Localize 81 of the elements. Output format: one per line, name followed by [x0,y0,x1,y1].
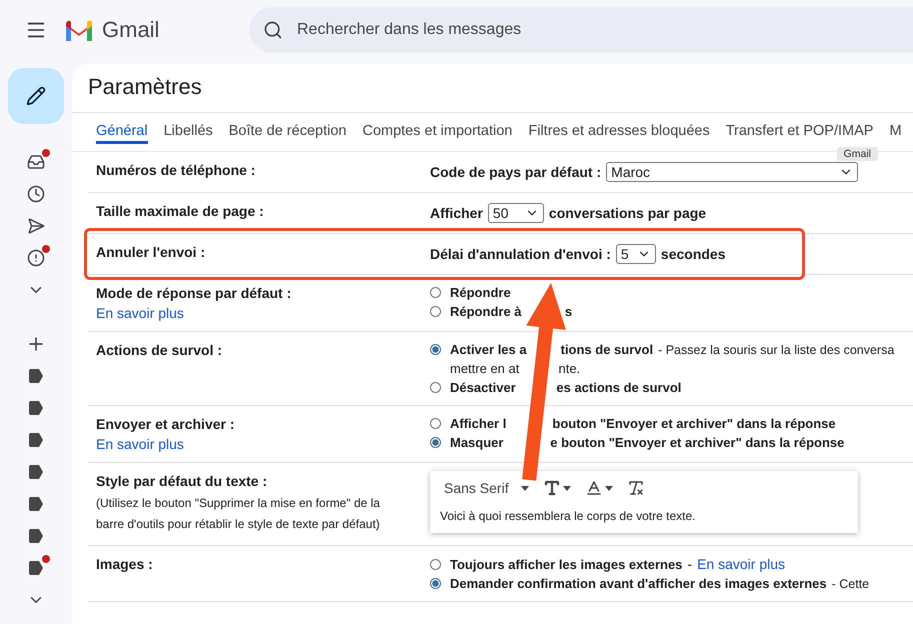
label-icon [28,529,44,543]
setting-label: Mode de réponse par défaut : [96,285,292,301]
search-icon [263,20,283,40]
option-label: e bouton "Envoyer et archiver" dans la réponse [550,435,844,450]
option-label: Demander confirmation avant d'afficher des images externes [450,576,827,591]
setting-label: Style par défaut du texte : [96,473,268,489]
remove-formatting-icon[interactable] [626,479,645,497]
settings-tab[interactable]: Général [96,113,148,144]
dropdown[interactable]: Maroc [606,162,858,182]
field-label: Code de pays par défaut : [430,164,602,180]
option-label: Répondre [450,285,511,300]
option-label: Masquer [450,435,504,450]
alert-icon [27,249,45,267]
clock-icon [27,185,45,203]
search-field[interactable]: Rechercher dans les messages [249,7,913,53]
settings-tab[interactable]: Libellés [164,113,213,144]
option-description: nte. [558,361,580,376]
radio-button[interactable] [430,382,441,393]
option-label: Désactiver [450,380,516,395]
option-label: Toujours afficher les images externes [450,556,682,572]
option-label: Afficher l [450,416,506,431]
gmail-logo-icon [64,19,94,41]
option-description: - Cette [832,576,870,590]
caret-icon [562,486,571,490]
setting-label: Actions de survol : [96,342,224,358]
setting-label: Images : [96,556,154,572]
font-dropdown[interactable]: Sans Serif [440,480,529,496]
field-suffix: secondes [660,246,726,262]
label-icon [28,497,44,511]
option-label: bouton "Envoyer et archiver" dans la réponse [552,416,836,431]
radio-button[interactable] [430,287,441,298]
option-description: mettre en at [450,361,520,376]
text-color-icon[interactable] [584,479,603,497]
option-label: Activer les a [450,342,527,357]
pencil-icon [26,86,46,106]
setting-note: (Utilisez le bouton "Supprimer la mise en forme" de la barre d'outils pour rétablir le style de texte par défaut) [96,495,381,533]
search-input[interactable]: Rechercher dans les messages [295,20,913,40]
option-label: s [564,304,572,319]
setting-label: Numéros de téléphone : [96,162,256,178]
field-label: Délai d'annulation d'envoi : [430,246,611,262]
send-icon [27,217,45,235]
label-icon [28,561,44,575]
settings-tab[interactable]: M [889,113,902,144]
logo-text: Gmail [102,17,160,43]
label-icon [28,465,44,479]
tooltip: Gmail [836,147,878,161]
label-icon [28,401,44,415]
radio-button[interactable] [430,437,441,448]
radio-button[interactable] [430,344,441,355]
setting-label: Annuler l'envoi : [96,244,206,260]
page-title: Paramètres [72,64,913,113]
option-label: tions de survol [560,342,654,357]
option-description: - Passez la souris sur la liste des conversa [658,342,894,356]
radio-button[interactable] [430,578,441,589]
caret-icon [604,486,613,490]
caret-icon [520,486,529,490]
option-label: Répondre à [450,304,522,319]
learn-more-link[interactable]: En savoir plus [697,556,786,572]
radio-button[interactable] [430,558,441,570]
field-label: Afficher [430,205,483,221]
text-size-icon[interactable] [542,479,561,497]
field-suffix: conversations par page [548,205,706,221]
settings-tab[interactable]: Transfert et POP/IMAP [726,113,874,144]
settings-tab[interactable]: Boîte de réception [228,113,346,144]
label-icon [28,369,44,383]
radio-button[interactable] [430,418,441,429]
settings-tab[interactable]: Comptes et importation [362,113,512,144]
compose-button[interactable] [8,68,64,124]
settings-tab[interactable]: Filtres et adresses bloquées [528,113,710,144]
option-label: es actions de survol [556,380,682,395]
label-icon [28,433,44,447]
separator: - [687,556,692,572]
setting-label: Taille maximale de page : [96,203,265,219]
learn-more-link[interactable]: En savoir plus [96,436,430,452]
learn-more-link[interactable]: En savoir plus [96,305,430,321]
radio-button[interactable] [430,306,441,317]
sample-text: Voici à quoi ressemblera le corps de votre texte. [440,509,696,523]
setting-label: Envoyer et archiver : [96,416,236,432]
dropdown[interactable]: 5 [616,244,656,264]
dropdown[interactable]: 50 [488,203,544,223]
inbox-icon [27,153,45,171]
